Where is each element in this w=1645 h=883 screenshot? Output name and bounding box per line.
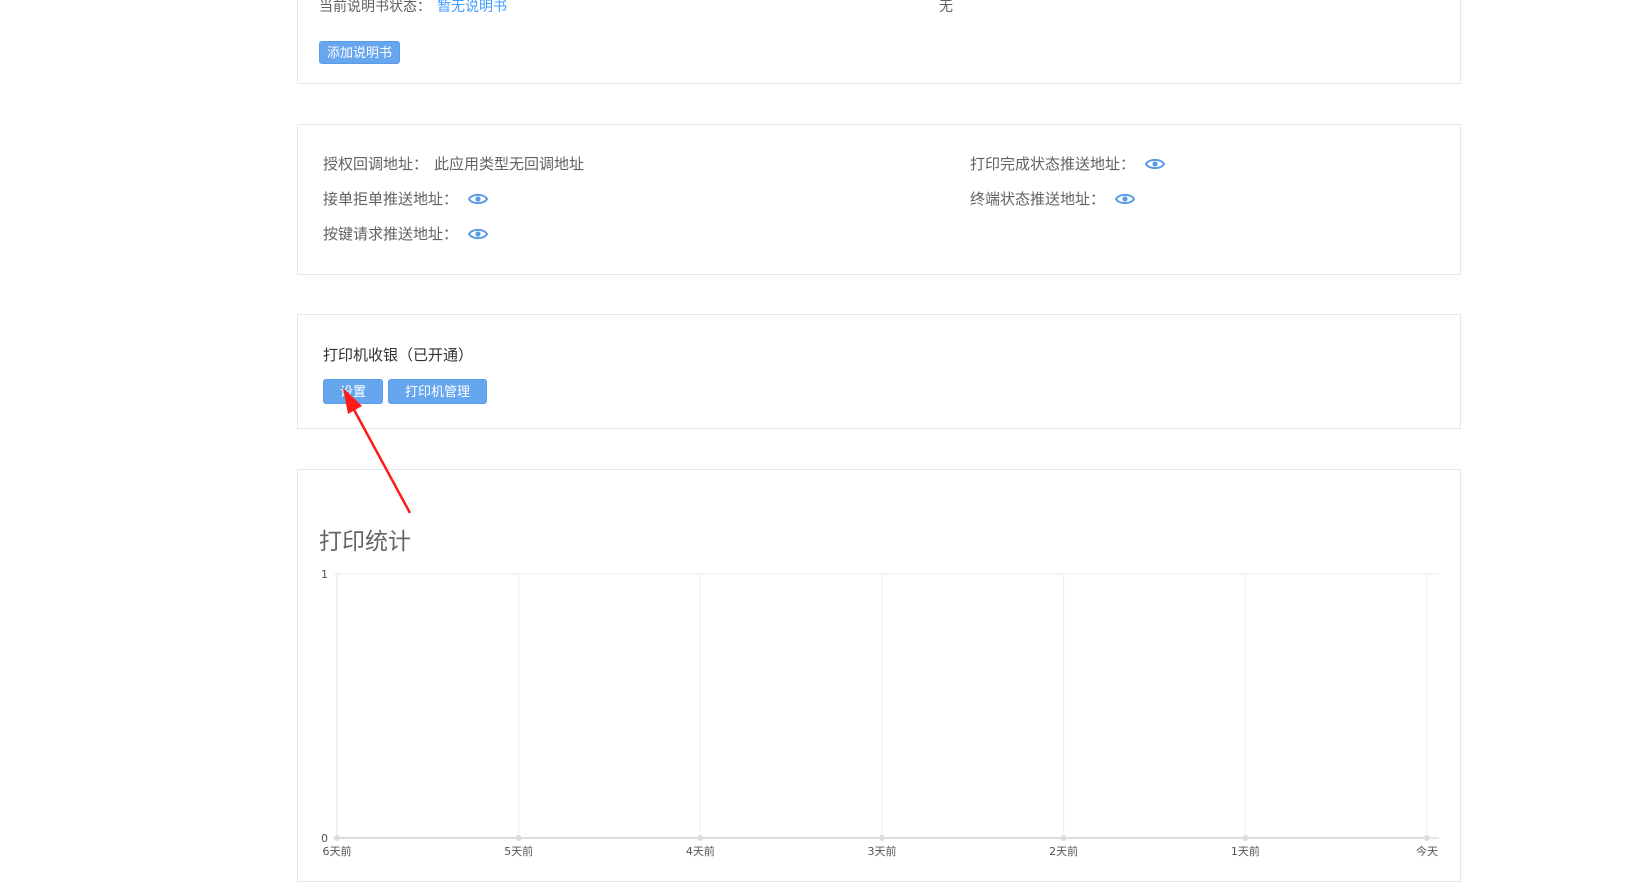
data-point xyxy=(334,835,340,841)
manual-status-row: 当前说明书状态： 暂无说明书 xyxy=(319,0,507,16)
data-point xyxy=(697,835,704,841)
x-tick-label: 1天前 xyxy=(1231,844,1260,858)
auth-callback-label: 授权回调地址： xyxy=(323,155,429,173)
printer-button-group: 设置 打印机管理 xyxy=(323,379,488,404)
print-stats-card: 打印统计 0 1 6天前 5天前 4天前 3天前 2天前 1天前 今天 xyxy=(297,469,1461,882)
x-tick-label: 5天前 xyxy=(504,844,533,858)
view-eye-icon[interactable] xyxy=(468,192,489,206)
view-eye-icon[interactable] xyxy=(1145,157,1166,171)
manual-card: 当前说明书状态： 暂无说明书 无 添加说明书 xyxy=(297,0,1461,84)
app-detail-page: 当前说明书状态： 暂无说明书 无 添加说明书 授权回调地址： 此应用类型无回调地址… xyxy=(0,0,1645,883)
y-tick-label: 0 xyxy=(321,832,328,845)
key-request-label: 按键请求推送地址： xyxy=(323,225,459,243)
y-tick-label: 1 xyxy=(321,568,328,581)
terminal-status-label: 终端状态推送地址： xyxy=(970,190,1106,208)
accept-reject-row: 接单拒单推送地址： xyxy=(323,188,489,209)
key-request-row: 按键请求推送地址： xyxy=(323,223,489,244)
x-tick-label: 3天前 xyxy=(868,844,897,858)
manual-status-link[interactable]: 暂无说明书 xyxy=(437,0,507,15)
printer-cashier-title: 打印机收银（已开通） xyxy=(323,346,474,364)
x-tick-label: 2天前 xyxy=(1049,844,1078,858)
settings-button[interactable]: 设置 xyxy=(323,379,384,404)
auth-callback-value: 此应用类型无回调地址 xyxy=(434,155,585,173)
data-point xyxy=(879,835,885,841)
view-eye-icon[interactable] xyxy=(468,227,489,241)
manual-right-value: 无 xyxy=(939,0,953,15)
print-complete-label: 打印完成状态推送地址： xyxy=(970,155,1136,173)
accept-reject-label: 接单拒单推送地址： xyxy=(323,190,459,208)
data-point xyxy=(1424,835,1430,841)
view-eye-icon[interactable] xyxy=(1115,192,1136,206)
printer-manage-button[interactable]: 打印机管理 xyxy=(388,379,488,404)
data-point xyxy=(515,835,522,841)
x-tick-label: 今天 xyxy=(1416,844,1438,858)
printer-cashier-card: 打印机收银（已开通） 设置 打印机管理 xyxy=(297,314,1461,429)
add-manual-button[interactable]: 添加说明书 xyxy=(319,41,401,64)
auth-callback-row: 授权回调地址： 此应用类型无回调地址 xyxy=(323,153,584,174)
terminal-status-row: 终端状态推送地址： xyxy=(970,188,1136,209)
data-point xyxy=(1060,835,1067,841)
x-tick-label: 4天前 xyxy=(686,844,715,858)
push-address-card: 授权回调地址： 此应用类型无回调地址 接单拒单推送地址： 按键请求推送地址： 打… xyxy=(297,124,1461,275)
print-complete-row: 打印完成状态推送地址： xyxy=(970,153,1166,174)
data-point xyxy=(1242,835,1249,841)
x-tick-label: 6天前 xyxy=(323,844,352,858)
manual-status-label: 当前说明书状态： xyxy=(319,0,431,15)
print-stats-chart: 0 1 6天前 5天前 4天前 3天前 2天前 1天前 今天 xyxy=(321,568,1439,858)
